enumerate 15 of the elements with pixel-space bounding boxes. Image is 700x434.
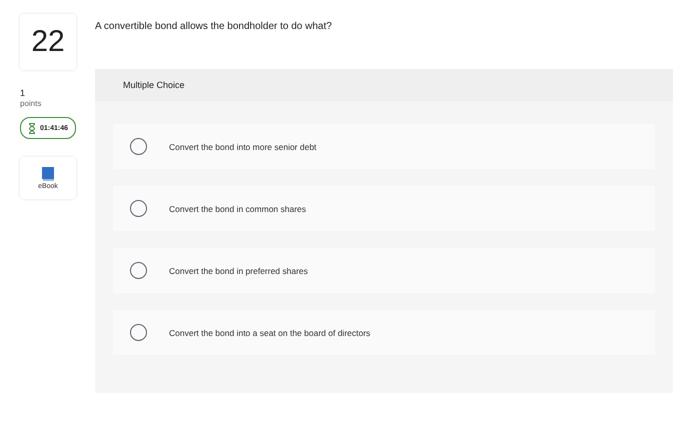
- answer-option[interactable]: Convert the bond in common shares: [113, 186, 655, 231]
- question-number: 22: [20, 14, 76, 70]
- points-label: points: [20, 99, 42, 108]
- answer-option[interactable]: Convert the bond into more senior debt: [113, 124, 655, 169]
- points-value: 1: [20, 88, 26, 98]
- radio-button[interactable]: [130, 200, 147, 217]
- question-text: A convertible bond allows the bondholder to do what?: [95, 21, 333, 34]
- answer-option[interactable]: Convert the bond in preferred shares: [113, 248, 655, 293]
- answer-option[interactable]: Convert the bond into a seat on the board of directors: [113, 310, 655, 355]
- hourglass-icon: [28, 122, 36, 134]
- book-icon: [42, 166, 54, 180]
- radio-button[interactable]: [130, 138, 147, 155]
- radio-button[interactable]: [130, 324, 147, 341]
- question-type-label: Multiple Choice: [123, 80, 185, 90]
- radio-button[interactable]: [130, 262, 147, 279]
